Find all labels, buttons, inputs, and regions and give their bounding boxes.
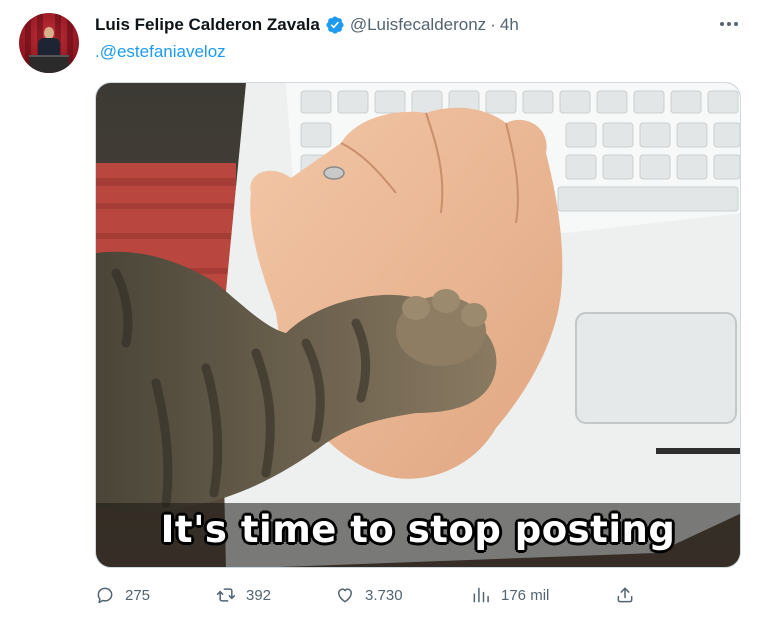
retweet-count: 392 <box>246 586 272 604</box>
share-icon <box>617 587 633 603</box>
views-button[interactable]: 176 mil <box>471 580 549 610</box>
views-chart-icon <box>473 587 489 603</box>
author-avatar[interactable] <box>19 13 79 73</box>
meme-photo <box>96 83 740 567</box>
retweet-button[interactable]: 392 <box>216 580 271 610</box>
reply-button[interactable]: 275 <box>95 580 150 610</box>
tweet-header: Luis Felipe Calderon Zavala @Luisfecalde… <box>95 14 519 36</box>
reply-count: 275 <box>125 586 151 604</box>
retweet-icon <box>216 588 236 602</box>
author-handle[interactable]: @Luisfecalderonz <box>350 15 486 35</box>
separator-dot: · <box>490 15 496 34</box>
meme-caption: It's time to stop posting <box>160 508 676 551</box>
more-dots-icon[interactable] <box>714 12 744 36</box>
mention-link[interactable]: .@estefaniaveloz <box>95 42 226 62</box>
heart-icon <box>338 588 352 603</box>
like-count: 3.730 <box>365 586 403 604</box>
tweet-timestamp[interactable]: 4h <box>500 15 519 35</box>
tweet-media-image[interactable]: It's time to stop posting <box>95 82 741 568</box>
author-name[interactable]: Luis Felipe Calderon Zavala <box>95 15 320 35</box>
like-button[interactable]: 3.730 <box>335 580 403 610</box>
views-count: 176 mil <box>501 586 550 604</box>
tweet-actions-bar: 275 392 3.730 176 mil <box>95 580 655 610</box>
verified-badge-icon <box>325 15 345 35</box>
share-button[interactable] <box>615 580 635 610</box>
reply-icon <box>97 587 113 604</box>
